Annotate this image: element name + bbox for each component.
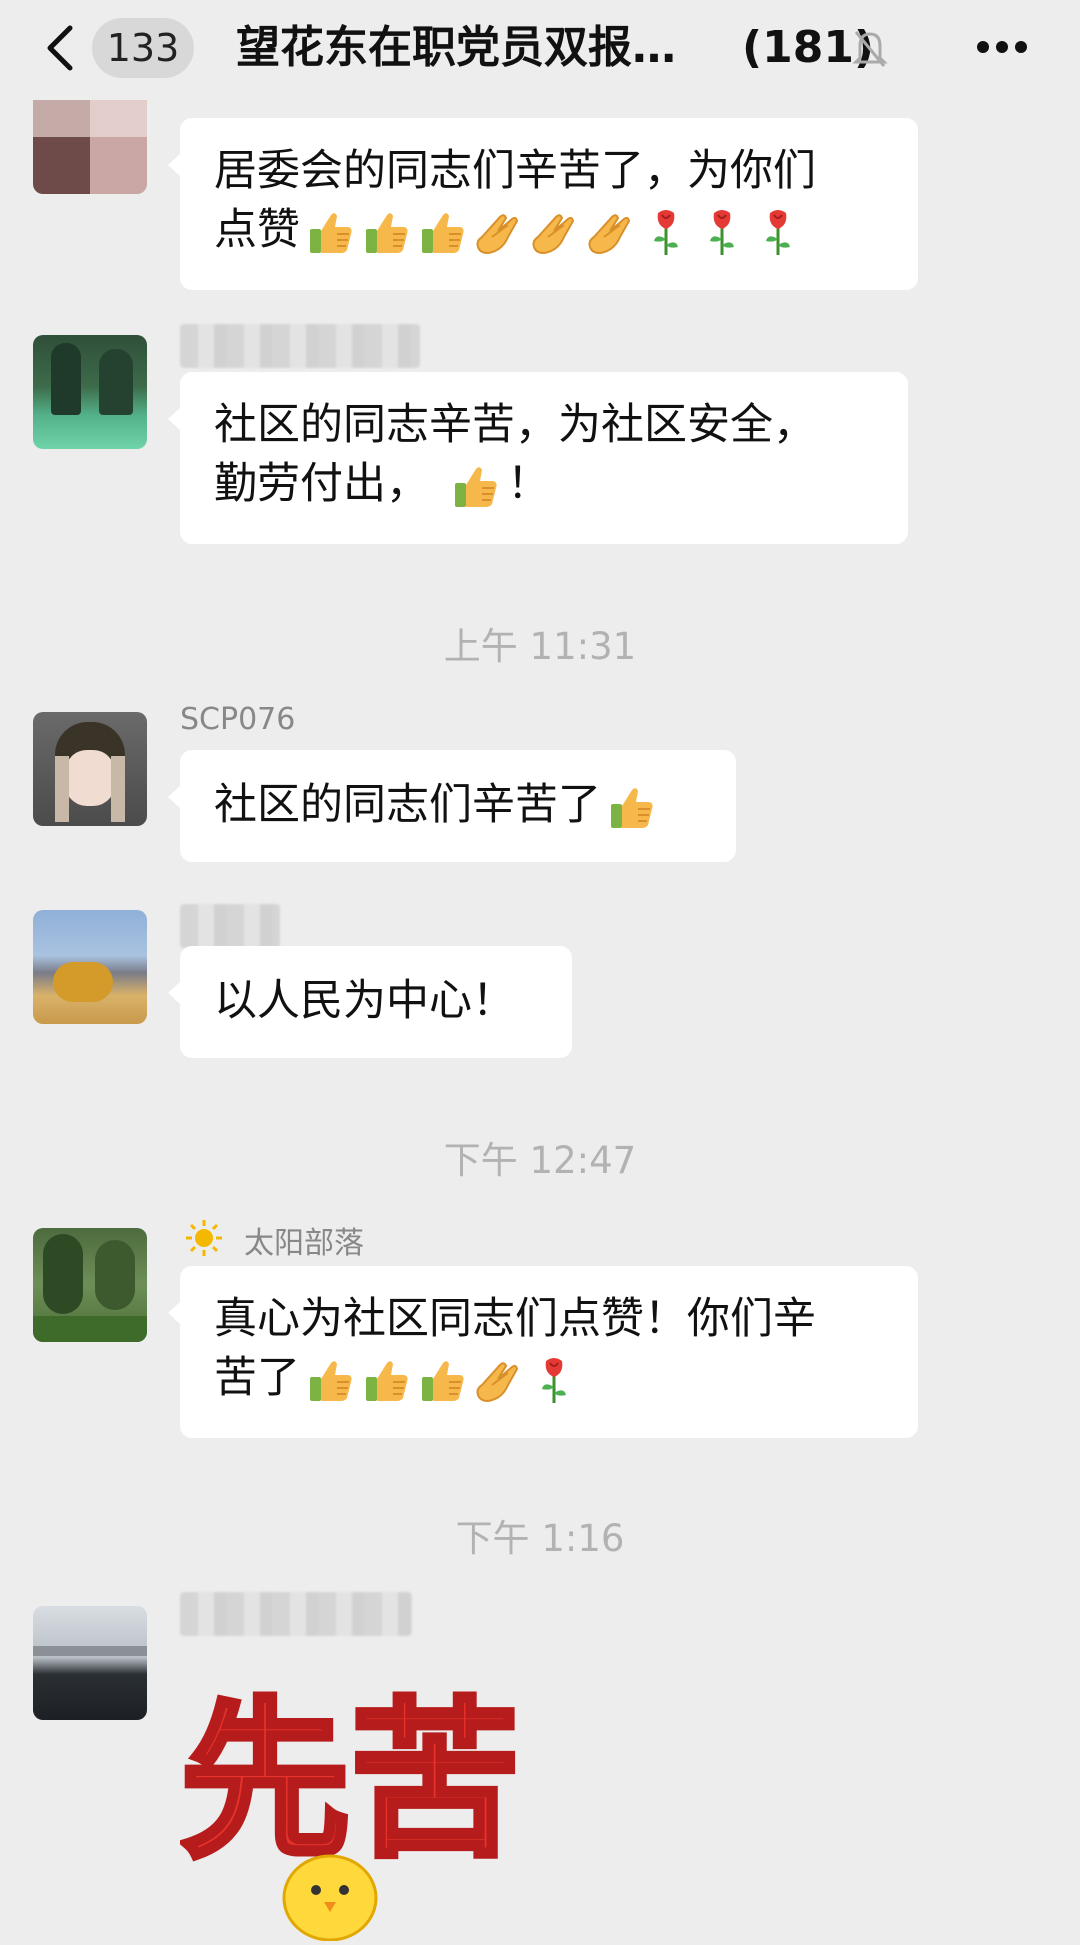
message-bubble[interactable]: 以人民为中心！ [168,946,572,1058]
message-text: 点赞 [214,205,300,255]
thumbs-up-icon [304,1355,356,1407]
thumbs-up-icon [304,207,356,259]
chick-sticker[interactable]: 先苦 [177,1640,523,1942]
clap-icon [472,1355,524,1407]
timestamp: 上午 11:31 [443,625,637,668]
clap-icon [528,207,580,259]
timestamp: 下午 12:47 [443,1139,637,1182]
avatar[interactable] [33,1228,147,1342]
sender-name-blurred [180,324,420,368]
chat-title[interactable]: 望花东在职党员双报… [236,16,676,80]
message-text: 居委会的同志们辛苦了，为你们 [214,146,816,196]
timestamp: 下午 1:16 [455,1517,625,1560]
message-text: 社区的同志辛苦，为社区安全， [214,400,816,450]
message-text: 真心为社区同志们点赞！你们辛 [214,1294,816,1344]
avatar[interactable] [33,910,147,1024]
rose-icon [640,207,692,259]
thumbs-up-icon [360,207,412,259]
message-text: 社区的同志们辛苦了 [214,780,601,830]
sun-icon [186,1220,222,1256]
message-bubble[interactable]: 居委会的同志们辛苦了，为你们 点赞 [168,118,918,290]
thumbs-up-icon [360,1355,412,1407]
message-bubble[interactable]: 真心为社区同志们点赞！你们辛 苦了 [168,1266,918,1438]
sticker-graphic: 先苦 [177,1680,523,1942]
clap-icon [584,207,636,259]
rose-icon [752,207,804,259]
sticker-text: 先苦 [180,1683,520,1881]
sender-name-blurred [180,904,280,948]
message-text: 苦了 [214,1353,300,1403]
message-text: 以人民为中心！ [214,976,515,1026]
sender-name: SCP076 [180,702,296,737]
thumbs-up-icon [416,207,468,259]
thumbs-up-icon [416,1355,468,1407]
avatar[interactable] [33,712,147,826]
chevron-left-icon[interactable] [40,22,80,74]
more-icon[interactable] [976,40,1028,54]
sender-name: 太阳部落 [244,1226,364,1261]
rose-icon [528,1355,580,1407]
bell-off-icon [852,31,888,67]
rose-icon [696,207,748,259]
clap-icon [472,207,524,259]
message-text: 勤劳付出， [214,459,429,509]
message-bubble[interactable]: 社区的同志辛苦，为社区安全， 勤劳付出， ！ [168,372,908,544]
thumbs-up-icon [605,782,657,834]
avatar[interactable] [33,335,147,449]
chat-header: 133 望花东在职党员双报… (181) [0,0,1080,100]
sender-name-blurred [180,1592,412,1636]
unread-count-badge[interactable]: 133 [92,18,194,78]
message-text: ！ [507,459,550,509]
thumbs-up-icon [449,461,501,513]
message-bubble[interactable]: 社区的同志们辛苦了 [168,750,736,862]
avatar[interactable] [33,1606,147,1720]
